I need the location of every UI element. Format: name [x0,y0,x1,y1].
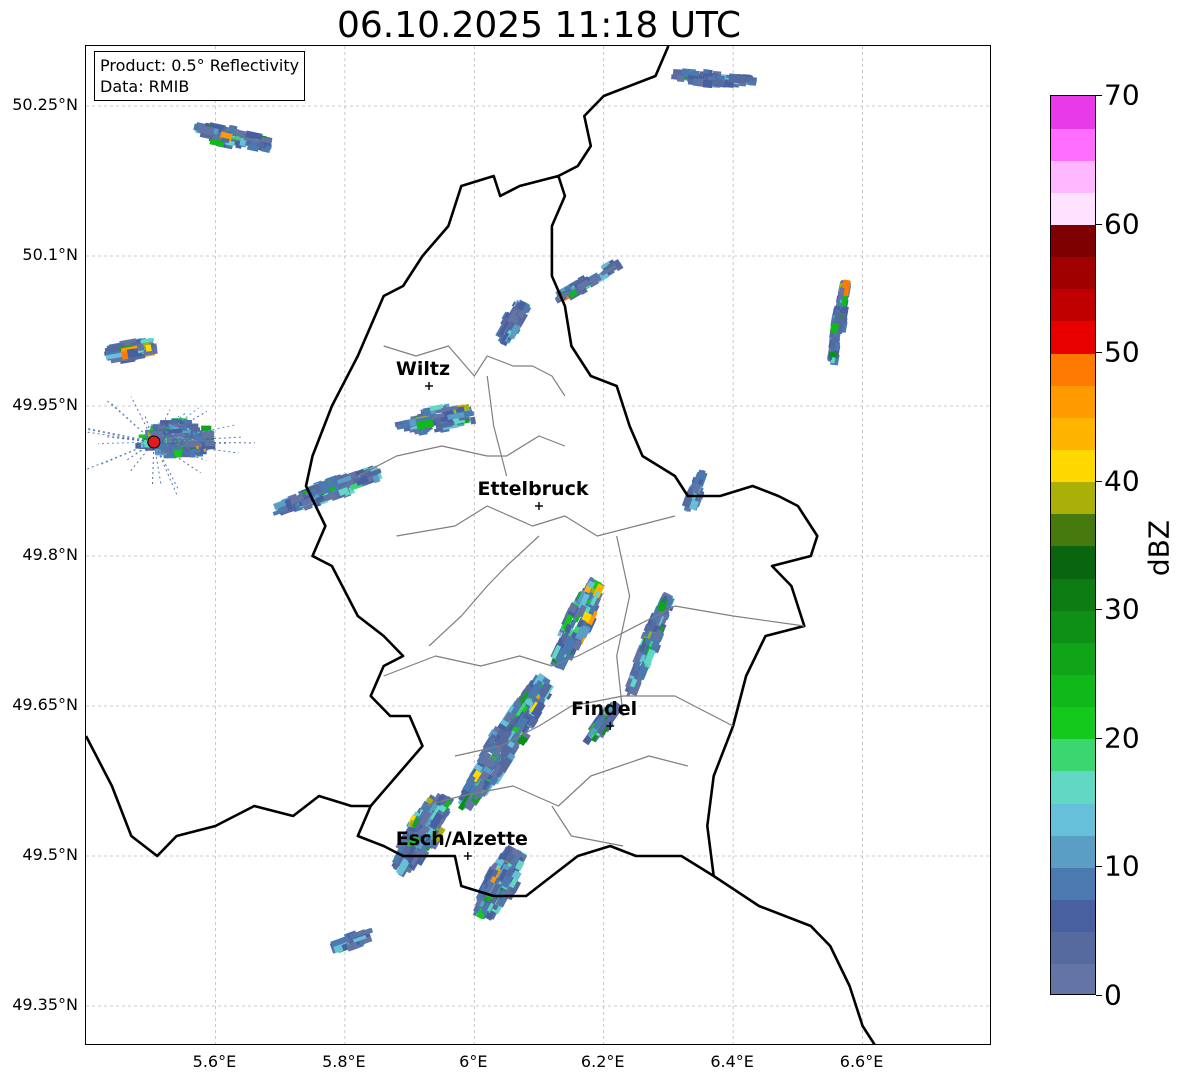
colorbar-segment [1051,128,1095,161]
radar-map[interactable] [85,45,991,1045]
data-source-label: Data: RMIB [100,77,190,96]
colorbar-segment [1051,160,1095,193]
clutter-ray [86,441,155,471]
colorbar-segment [1051,610,1095,643]
colorbar-tick-label: 20 [1104,721,1140,755]
colorbar-segment [1051,803,1095,836]
colorbar-tickmark [1096,737,1102,739]
colorbar-segment [1051,513,1095,547]
map-title: 06.10.2025 11:18 UTC [336,5,742,46]
product-label: Product: 0.5° Reflectivity [100,56,300,75]
city-label: Findel [571,698,638,720]
radar-echo-pixel [680,69,692,76]
colorbar-segment [1051,835,1095,868]
lat-tick-label: 50.1°N [22,245,78,264]
radar-echo-pixel [717,75,724,80]
colorbar-segment [1051,642,1095,676]
luxembourg-border [304,174,819,898]
lon-tick-label: 6.4°E [710,1052,754,1071]
colorbar-segment [1051,546,1095,579]
colorbar-segment [1051,481,1095,515]
radar-echo-pixel [728,74,746,84]
colorbar-segment [1051,449,1095,483]
colorbar-tickmark [1096,95,1102,96]
radar-echo-pixel [829,322,840,334]
city-label: Wiltz [395,358,451,380]
colorbar-segment [1051,224,1095,258]
lat-tick-label: 49.5°N [22,845,78,864]
canton-border [396,505,676,537]
colorbar-segment [1051,578,1095,611]
colorbar-segment [1051,96,1095,129]
graticule [86,46,990,1044]
radar-echo-pixel [201,425,212,431]
radar-echo-pixel [703,69,710,74]
colorbar-tick-label: 30 [1104,592,1140,626]
belgium-germany-border [557,46,670,178]
lat-tick-label: 50.25°N [12,95,78,114]
colorbar-segment [1051,738,1095,772]
radar-echo-pixel [192,448,201,453]
colorbar-segment [1051,706,1095,740]
lon-tick-label: 6°E [459,1052,488,1071]
colorbar-segment [1051,771,1095,804]
canton-border [486,375,508,477]
colorbar-segment [1051,256,1095,290]
canton-border [551,805,624,847]
radar-echo-pixel [145,344,152,352]
radar-echo-pixel [748,80,757,86]
radar-echo-pixel [469,416,477,425]
lon-tick-label: 5.6°E [192,1052,237,1071]
colorbar-tick-label: 50 [1104,335,1140,369]
france-germany-border [712,874,876,1044]
colorbar-tickmark [1096,866,1102,868]
lon-tick-label: 6.2°E [580,1052,625,1071]
canton-border [357,435,566,477]
colorbar-segment [1051,321,1095,354]
colorbar-tick-label: 10 [1104,849,1140,883]
lat-tick-label: 49.35°N [12,995,78,1014]
colorbar-segment [1051,931,1095,965]
canton-border [428,535,540,647]
colorbar-label: dBZ [1142,519,1176,577]
colorbar-segment [1051,417,1095,451]
colorbar [1050,95,1096,995]
radar-site-marker[interactable] [147,435,161,449]
radar-echo-pixel [202,431,215,439]
radar-echo-pixel [185,441,201,446]
info-box: Product: 0.5° Reflectivity Data: RMIB [94,51,306,101]
radar-echo-pixel [129,348,139,358]
lon-tick-label: 5.8°E [322,1052,366,1071]
colorbar-tickmark [1096,223,1102,225]
colorbar-segment [1051,192,1095,226]
lat-tick-label: 49.65°N [12,695,78,714]
colorbar-segment [1051,288,1095,322]
colorbar-tick-label: 40 [1104,464,1140,498]
city-label: Esch/Alzette [395,828,528,850]
lon-tick-label: 6.6°E [839,1052,884,1071]
radar-echo-pixel [702,79,713,89]
colorbar-tickmark [1096,352,1102,354]
lat-tick-label: 49.8°N [22,545,78,564]
radar-echo-pixel [227,125,236,134]
colorbar-tickmark [1096,995,1102,996]
colorbar-tickmark [1096,609,1102,611]
radar-echoes [103,68,852,954]
city-label: Ettelbruck [477,478,589,500]
radar-echo-pixel [186,423,199,428]
map-canvas[interactable] [86,46,991,1045]
colorbar-segment [1051,674,1095,708]
colorbar-segment [1051,353,1095,386]
colorbar-segment [1051,867,1095,901]
colorbar-segment [1051,963,1095,994]
lat-tick-label: 49.95°N [12,395,78,414]
belgium-france-border [86,735,371,858]
colorbar-tickmark [1096,480,1102,482]
colorbar-tick-label: 60 [1104,207,1140,241]
colorbar-tick-label: 70 [1104,78,1140,112]
colorbar-segment [1051,385,1095,418]
colorbar-tick-label: 0 [1104,978,1122,1012]
colorbar-segment [1051,899,1095,933]
